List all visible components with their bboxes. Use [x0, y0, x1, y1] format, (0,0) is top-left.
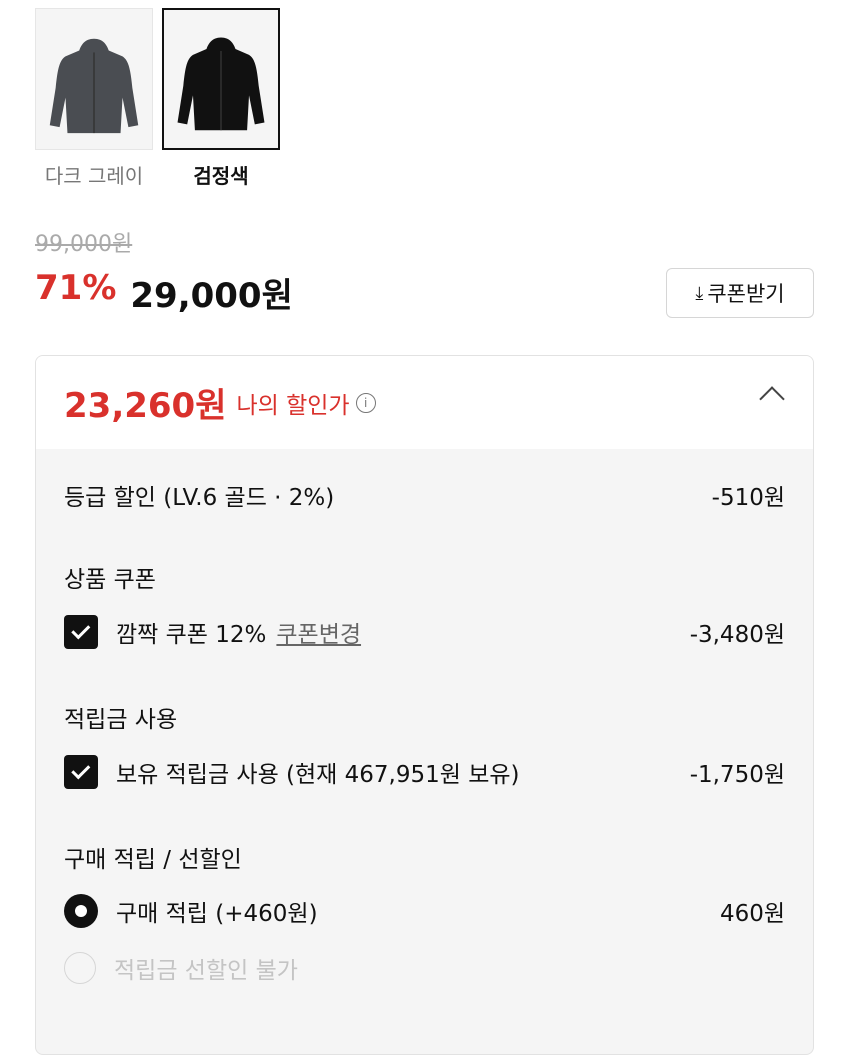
color-swatch-dark-gray[interactable]	[35, 8, 153, 150]
purchase-earn-radio[interactable]	[64, 894, 98, 928]
my-discount-header[interactable]: 23,260원 나의 할인가 i	[36, 356, 813, 449]
prediscount-radio[interactable]	[64, 952, 96, 984]
points-amount: -1,750원	[689, 762, 785, 788]
jacket-black-image	[177, 37, 265, 131]
points-checkbox[interactable]	[64, 755, 98, 789]
purchase-earn-label: 구매 적립 (+460원)	[116, 901, 318, 927]
purchase-earn-row: 구매 적립 (+460원) 460원	[64, 894, 785, 928]
product-coupon-row: 깜짝 쿠폰 12% 쿠폰변경 -3,480원	[64, 615, 785, 649]
points-row: 보유 적립금 사용 (현재 467,951원 보유) -1,750원	[64, 755, 785, 789]
prediscount-label: 적립금 선할인 불가	[114, 958, 298, 984]
purchase-earn-amount: 460원	[719, 901, 785, 927]
prediscount-row: 적립금 선할인 불가	[64, 951, 785, 985]
get-coupon-label: 쿠폰받기	[707, 282, 785, 306]
sale-price: 29,000원	[130, 276, 293, 316]
color-swatch-black[interactable]	[162, 8, 280, 150]
discount-rate: 71%	[35, 268, 117, 308]
product-coupon-option-label: 깜짝 쿠폰 12%	[116, 622, 267, 648]
product-coupon-title: 상품 쿠폰	[64, 567, 156, 593]
purchase-title: 구매 적립 / 선할인	[64, 847, 242, 873]
grade-discount-row: 등급 할인 (LV.6 골드 · 2%) -510원	[64, 478, 785, 512]
original-price: 99,000원	[35, 232, 133, 257]
my-discount-panel: 23,260원 나의 할인가 i 등급 할인 (LV.6 골드 · 2%) -5…	[35, 355, 814, 1055]
info-icon[interactable]: i	[355, 392, 376, 413]
jacket-dark-gray-image	[49, 38, 139, 134]
my-discount-price: 23,260원	[64, 386, 227, 426]
product-coupon-amount: -3,480원	[689, 622, 785, 648]
grade-discount-amount: -510원	[711, 485, 785, 511]
points-title: 적립금 사용	[64, 707, 178, 733]
my-discount-label: 나의 할인가	[236, 392, 350, 419]
download-icon: ⤓	[695, 282, 704, 304]
price-row: 71% 29,000원	[35, 268, 293, 317]
get-coupon-button[interactable]: ⤓ 쿠폰받기	[666, 268, 814, 318]
swatch-label-black: 검정색	[193, 164, 249, 188]
grade-discount-label: 등급 할인 (LV.6 골드 · 2%)	[64, 485, 335, 511]
change-coupon-link[interactable]: 쿠폰변경	[276, 615, 361, 649]
points-option-label: 보유 적립금 사용 (현재 467,951원 보유)	[116, 762, 520, 788]
product-coupon-checkbox[interactable]	[64, 615, 98, 649]
swatch-label-dark-gray: 다크 그레이	[44, 164, 144, 188]
chevron-up-icon[interactable]	[759, 386, 785, 412]
